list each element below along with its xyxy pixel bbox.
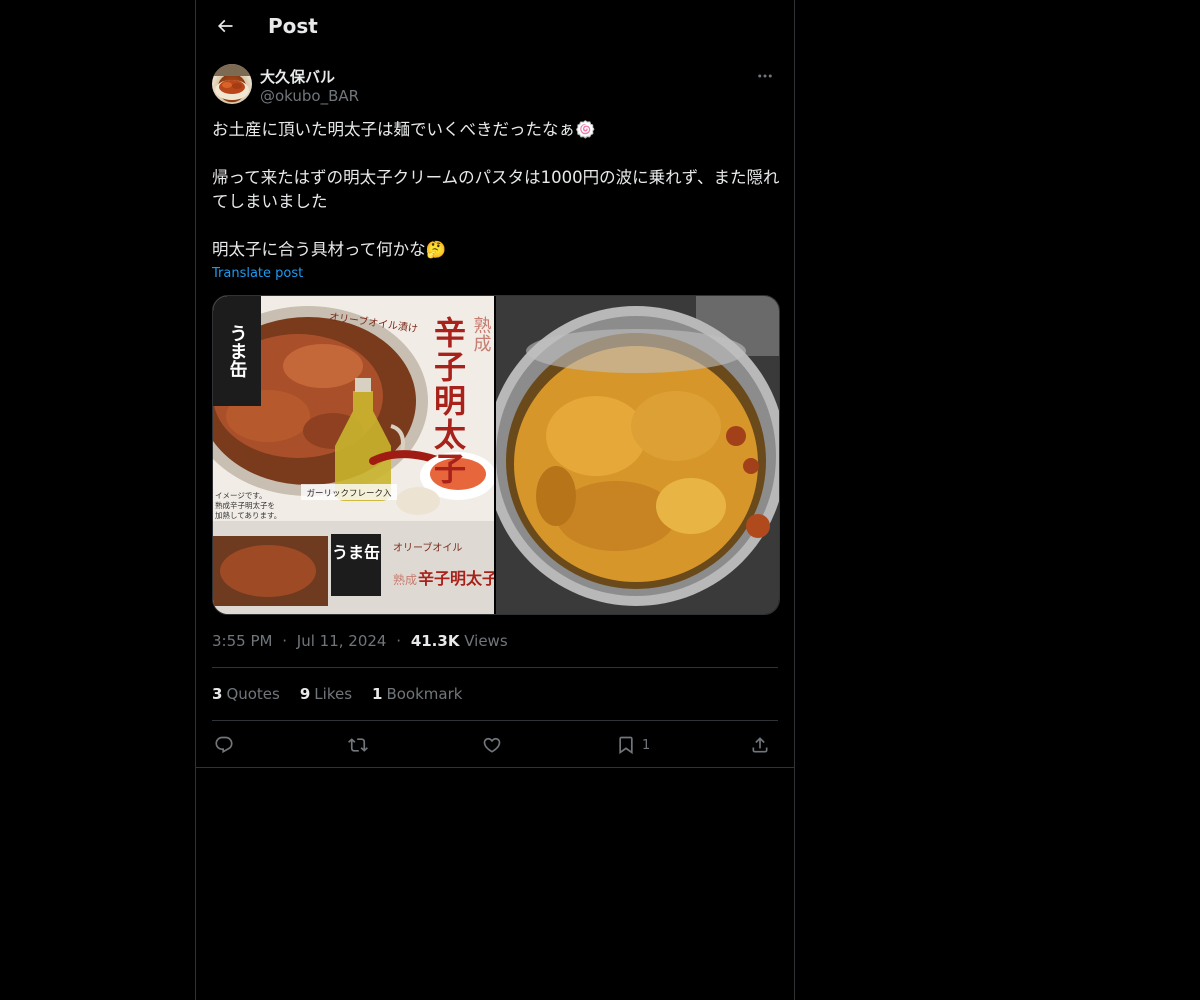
reply-button[interactable] <box>214 733 234 757</box>
aged-label: 熟成 <box>471 316 492 352</box>
image-note: 熟成辛子明太子を <box>215 500 275 510</box>
page-title: Post <box>268 14 318 38</box>
post-text-line: 明太子に合う具材って何かな🤔 <box>212 240 447 259</box>
more-button[interactable] <box>750 64 780 88</box>
author-handle[interactable]: @okubo_BAR <box>260 87 359 105</box>
avatar[interactable] <box>212 64 252 104</box>
quotes-stat[interactable]: 3 Quotes <box>212 685 280 703</box>
post-meta: 3:55 PM · Jul 11, 2024 · 41.3K Views <box>212 632 508 650</box>
bookmarks-stat[interactable]: 1 Bookmark <box>372 685 462 703</box>
divider <box>212 667 778 668</box>
meta-separator: · <box>396 632 402 650</box>
views-count: 41.3K <box>410 632 460 650</box>
action-bar: 1 <box>212 733 778 759</box>
likes-stat[interactable]: 9 Likes <box>300 685 352 703</box>
image-note: イメージです。 <box>215 491 267 500</box>
quotes-label: Quotes <box>226 685 280 703</box>
media-photo-right[interactable] <box>496 296 779 614</box>
share-icon <box>752 737 768 753</box>
repost-icon <box>348 738 368 752</box>
bottom-aged-label: 熟成 <box>393 572 417 587</box>
reply-icon <box>215 736 233 754</box>
brand-label: うま缶 <box>227 324 248 378</box>
arrow-left-icon <box>217 19 233 33</box>
share-button[interactable] <box>750 733 770 757</box>
bookmark-count: 1 <box>642 737 651 753</box>
post-stats: 3 Quotes 9 Likes 1 Bookmark <box>212 685 462 703</box>
post-media: うま缶 オリーブオイル漬け 辛子明太子 熟成 ガーリックフレーク入 イメージです… <box>212 295 780 615</box>
meta-separator: · <box>282 632 288 650</box>
bottom-oil-label: オリーブオイル <box>393 541 462 554</box>
likes-label: Likes <box>314 685 353 703</box>
bookmark-button[interactable]: 1 <box>616 733 650 757</box>
post-time[interactable]: 3:55 PM <box>212 632 272 650</box>
garlic-flake-label: ガーリックフレーク入 <box>306 488 392 499</box>
views-label: Views <box>464 632 508 650</box>
media-photo-left[interactable]: うま缶 オリーブオイル漬け 辛子明太子 熟成 ガーリックフレーク入 イメージです… <box>213 296 496 614</box>
post-author: 大久保バル @okubo_BAR <box>212 64 780 108</box>
image-note: 加熱してあります。 <box>215 510 281 520</box>
divider <box>196 767 794 768</box>
author-display-name[interactable]: 大久保バル <box>260 66 335 87</box>
post-text-line: お土産に頂いた明太子は麺でいくべきだったなぁ🍥 <box>212 120 596 139</box>
bookmark-icon <box>619 736 633 755</box>
translate-post-link[interactable]: Translate post <box>212 266 303 281</box>
bookmarks-label: Bookmark <box>386 685 463 703</box>
bottom-brand-label: うま缶 <box>332 543 380 562</box>
bottom-name-label: 辛子明太子 <box>418 569 494 588</box>
likes-count: 9 <box>299 685 311 703</box>
bookmarks-count: 1 <box>372 685 383 703</box>
more-horizontal-icon <box>758 74 772 78</box>
divider <box>212 720 778 721</box>
post-text: お土産に頂いた明太子は麺でいくべきだったなぁ🍥 帰って来たはずの明太子クリームの… <box>212 118 780 262</box>
like-button[interactable] <box>482 733 502 757</box>
post-date[interactable]: Jul 11, 2024 <box>297 632 387 650</box>
repost-button[interactable] <box>348 733 368 757</box>
post-header: Post <box>196 0 794 54</box>
post-text-line: 帰って来たはずの明太子クリームのパスタは1000円の波に乗れず、また隠れてしまい… <box>212 168 780 211</box>
heart-icon <box>483 737 501 753</box>
back-button[interactable] <box>208 9 242 43</box>
post-column: Post 大久保バル @okubo_BAR お土産に頂いた明太子は麺でいくべきだ… <box>195 0 795 1000</box>
quotes-count: 3 <box>212 685 223 703</box>
product-name-label: 辛子明太子 <box>429 315 467 486</box>
